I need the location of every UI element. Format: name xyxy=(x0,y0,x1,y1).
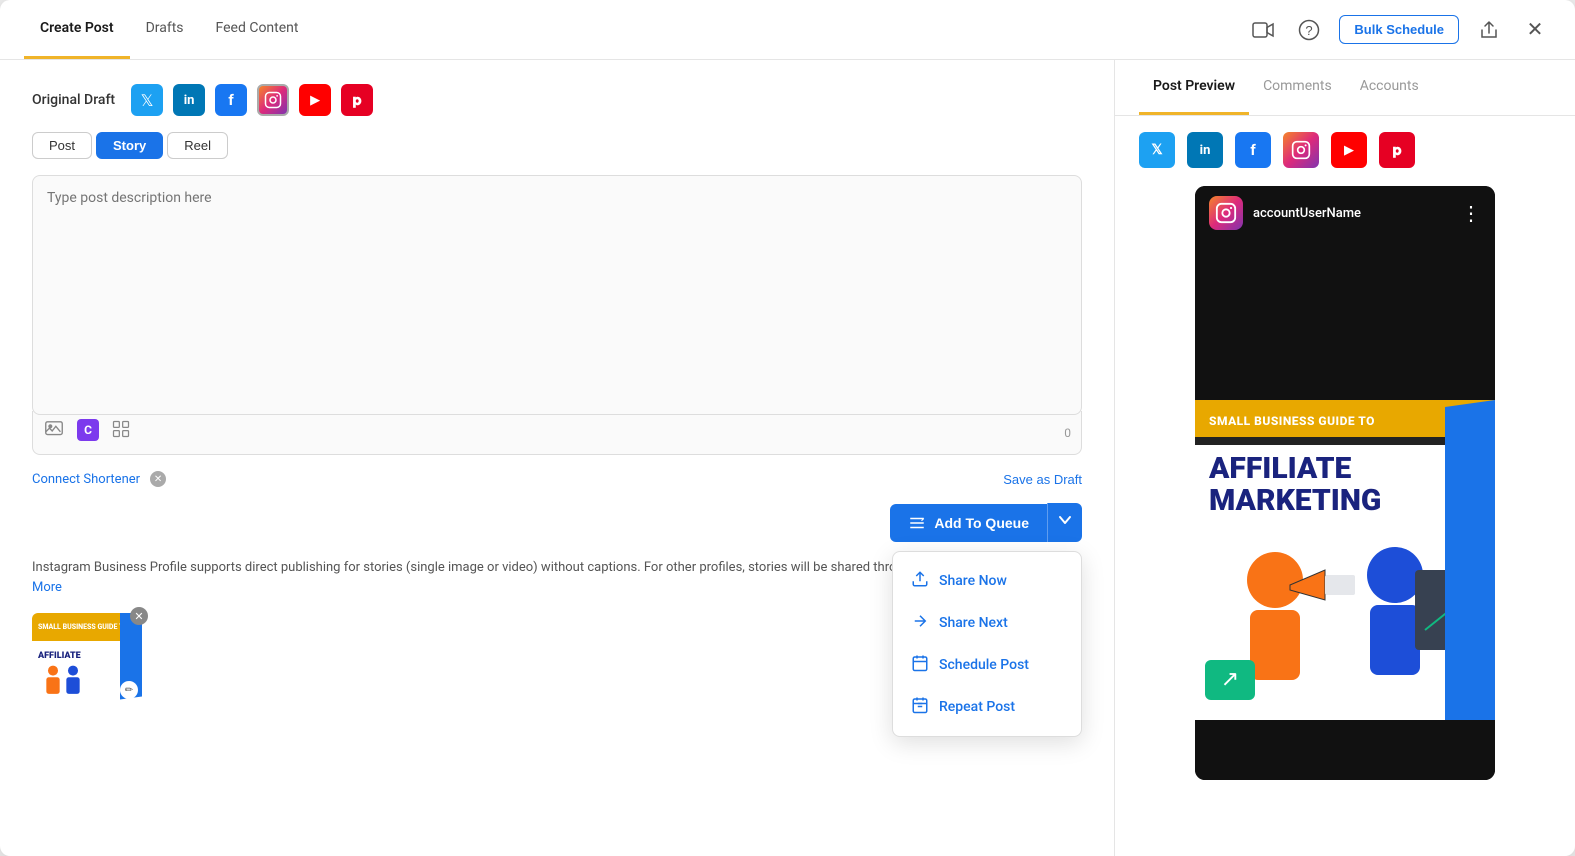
char-count: 0 xyxy=(1064,426,1071,440)
social-icon-pinterest[interactable]: 𝐩 xyxy=(341,84,373,116)
preview-banner-text: Small Business Guide to xyxy=(1209,414,1375,428)
info-bar: Connect Shortener ✕ Save as Draft xyxy=(32,471,1082,487)
right-panel: Post Preview Comments Accounts 𝕏 in f xyxy=(1115,60,1575,856)
thumbnail-close-icon[interactable]: ✕ xyxy=(130,607,148,625)
preview-image-top xyxy=(1195,240,1495,400)
top-navigation: Create Post Drafts Feed Content ? Bulk S… xyxy=(0,0,1575,60)
add-to-queue-label: Add To Queue xyxy=(934,515,1029,531)
draft-label: Original Draft xyxy=(32,92,115,108)
type-tab-reel[interactable]: Reel xyxy=(167,132,228,159)
dropdown-item-repeat-post[interactable]: Repeat Post xyxy=(893,686,1081,728)
repeat-post-label: Repeat Post xyxy=(939,699,1015,715)
svg-text:?: ? xyxy=(1306,23,1313,38)
dropdown-item-share-now[interactable]: Share Now xyxy=(893,560,1081,602)
image-upload-icon[interactable] xyxy=(43,419,65,446)
app-window: Create Post Drafts Feed Content ? Bulk S… xyxy=(0,0,1575,856)
preview-card-header: accountUserName ⋮ xyxy=(1195,186,1495,240)
textarea-footer: C 0 xyxy=(32,411,1082,455)
type-tab-post[interactable]: Post xyxy=(32,132,92,159)
social-icon-twitter[interactable]: 𝕏 xyxy=(131,84,163,116)
preview-social-pinterest[interactable]: 𝐩 xyxy=(1379,132,1415,168)
share-next-icon xyxy=(911,612,929,634)
tab-drafts[interactable]: Drafts xyxy=(130,0,200,59)
svg-text:↗: ↗ xyxy=(1221,667,1239,692)
preview-social-facebook[interactable]: f xyxy=(1235,132,1271,168)
preview-social-twitter[interactable]: 𝕏 xyxy=(1139,132,1175,168)
dropdown-item-schedule-post[interactable]: Schedule Post xyxy=(893,644,1081,686)
preview-card-bottom xyxy=(1195,720,1495,780)
preview-social-linkedin[interactable]: in xyxy=(1187,132,1223,168)
tab-feed-content[interactable]: Feed Content xyxy=(200,0,315,59)
preview-social-instagram[interactable] xyxy=(1283,132,1319,168)
post-textarea[interactable] xyxy=(32,175,1082,415)
right-tabs: Post Preview Comments Accounts xyxy=(1115,60,1575,116)
preview-avatar xyxy=(1209,196,1243,230)
social-icon-instagram[interactable] xyxy=(257,84,289,116)
post-type-tabs: Post Story Reel xyxy=(32,132,1082,159)
nav-right-actions: ? Bulk Schedule ✕ xyxy=(1247,14,1551,46)
grid-icon[interactable] xyxy=(111,419,131,446)
dropdown-toggle-button[interactable] xyxy=(1047,503,1082,542)
share-next-label: Share Next xyxy=(939,615,1008,631)
thumbnail-edit-icon[interactable]: ✏ xyxy=(120,681,138,699)
repeat-post-icon xyxy=(911,696,929,718)
help-icon[interactable]: ? xyxy=(1293,14,1325,46)
type-tab-story[interactable]: Story xyxy=(96,132,163,159)
action-bar: Add To Queue xyxy=(32,503,1082,542)
connect-shortener-link[interactable]: Connect Shortener xyxy=(32,472,140,487)
canva-icon[interactable]: C xyxy=(77,419,99,441)
post-input-area: C 0 xyxy=(32,175,1082,455)
social-icon-youtube[interactable]: ▶ xyxy=(299,84,331,116)
close-button[interactable]: ✕ xyxy=(1519,14,1551,46)
share-now-icon xyxy=(911,570,929,592)
preview-image: Small Business Guide to AffiliateMarketi… xyxy=(1195,240,1495,720)
tab-comments[interactable]: Comments xyxy=(1249,60,1346,115)
schedule-post-label: Schedule Post xyxy=(939,657,1029,673)
preview-username: accountUserName xyxy=(1253,206,1361,221)
add-to-queue-button[interactable]: Add To Queue xyxy=(890,504,1047,542)
social-icon-linkedin[interactable]: in xyxy=(173,84,205,116)
left-panel: Original Draft 𝕏 in f ▶ 𝐩 Post Story xyxy=(0,60,1115,856)
schedule-post-icon xyxy=(911,654,929,676)
share-icon[interactable] xyxy=(1473,14,1505,46)
close-shortener-icon[interactable]: ✕ xyxy=(150,471,166,487)
video-icon[interactable] xyxy=(1247,14,1279,46)
tab-create-post[interactable]: Create Post xyxy=(24,0,130,59)
tab-post-preview[interactable]: Post Preview xyxy=(1139,60,1249,115)
textarea-icons: C xyxy=(43,419,131,446)
social-icon-facebook[interactable]: f xyxy=(215,84,247,116)
share-now-label: Share Now xyxy=(939,573,1007,589)
nav-tabs: Create Post Drafts Feed Content xyxy=(24,0,314,59)
thumbnail-item: ✕ Small Business Guide to AffiliateMarke… xyxy=(32,613,142,703)
preview-diagonal xyxy=(1445,400,1495,720)
preview-social-icons: 𝕏 in f ▶ 𝐩 xyxy=(1139,132,1551,168)
preview-card: accountUserName ⋮ Small Business Guide t… xyxy=(1195,186,1495,780)
preview-user: accountUserName xyxy=(1209,196,1361,230)
dropdown-item-share-next[interactable]: Share Next xyxy=(893,602,1081,644)
bulk-schedule-button[interactable]: Bulk Schedule xyxy=(1339,15,1459,44)
main-content: Original Draft 𝕏 in f ▶ 𝐩 Post Story xyxy=(0,60,1575,856)
save-draft-button[interactable]: Save as Draft xyxy=(1003,472,1082,487)
dropdown-menu: Share Now Share Next xyxy=(892,551,1082,737)
tab-accounts[interactable]: Accounts xyxy=(1346,60,1433,115)
preview-title: AffiliateMarketing xyxy=(1209,453,1481,516)
preview-social-youtube[interactable]: ▶ xyxy=(1331,132,1367,168)
draft-row: Original Draft 𝕏 in f ▶ 𝐩 xyxy=(32,84,1082,116)
preview-more-icon[interactable]: ⋮ xyxy=(1461,201,1481,225)
right-panel-body: 𝕏 in f ▶ 𝐩 xyxy=(1115,116,1575,856)
